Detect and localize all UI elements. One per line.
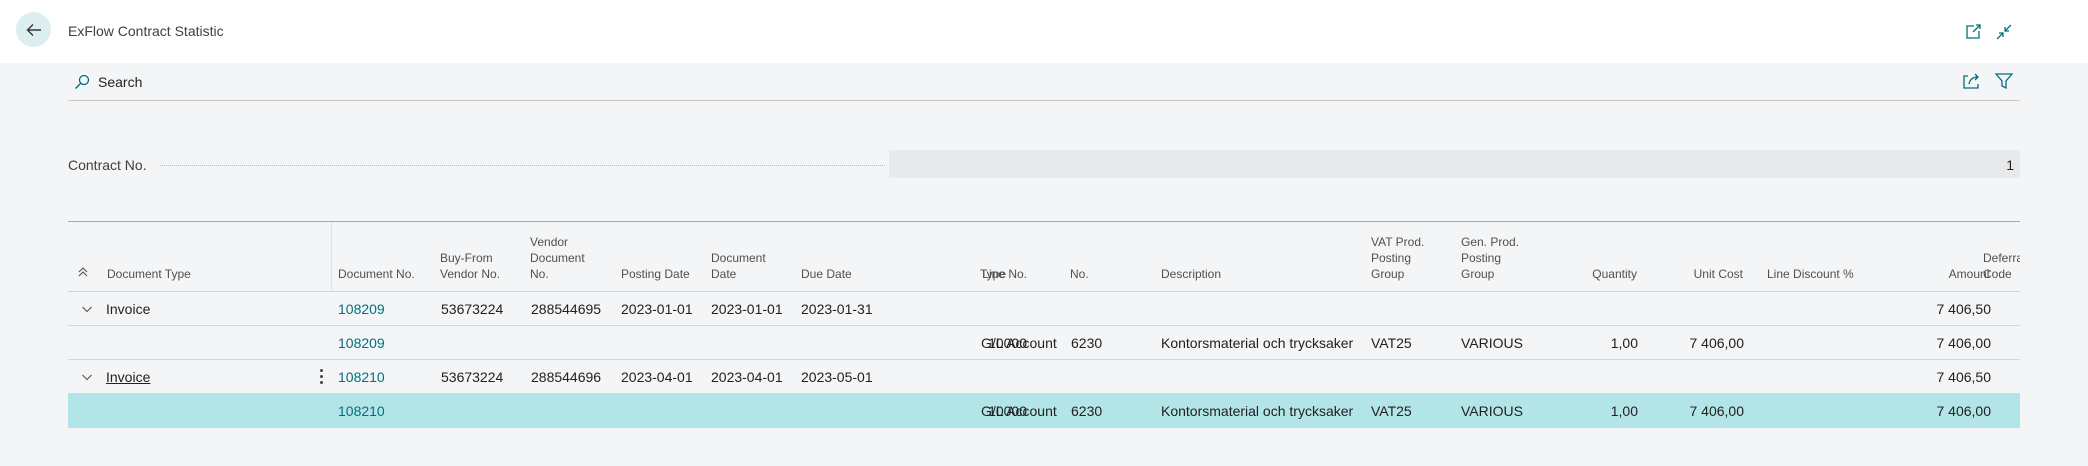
header-buy-from-vendor-no[interactable]: Buy-From Vendor No. — [440, 250, 510, 282]
document-no-link[interactable]: 108210 — [338, 369, 385, 385]
type-cell: G/L Account — [981, 403, 1057, 419]
header-posting-date[interactable]: Posting Date — [621, 266, 690, 282]
header-no[interactable]: No. — [1070, 266, 1089, 282]
chevron-down-icon[interactable] — [80, 370, 94, 384]
quantity-cell: 1,00 — [1610, 403, 1638, 419]
no-cell: 6230 — [1071, 335, 1103, 351]
unit-cost-cell: 7 406,00 — [1689, 335, 1745, 351]
amount-cell: 7 406,50 — [1936, 369, 1992, 385]
document-no-link[interactable]: 108209 — [338, 301, 385, 317]
description-cell: Kontorsmaterial och trycksaker — [1161, 403, 1354, 419]
due-date-cell: 2023-01-31 — [801, 301, 873, 317]
collapse-all-icon[interactable] — [76, 265, 90, 279]
no-cell: 6230 — [1071, 403, 1103, 419]
gen-group-cell: VARIOUS — [1461, 335, 1523, 351]
table-row[interactable]: Invoice 108210 53673224 288544696 2023-0… — [68, 360, 2020, 394]
header-document-type[interactable]: Document Type — [107, 266, 191, 282]
vendor-no-cell: 53673224 — [441, 301, 504, 317]
grid-header-row: Document Type Document No. Buy-From Vend… — [68, 222, 2020, 292]
vendor-document-no-cell: 288544696 — [531, 369, 602, 385]
header-quantity[interactable]: Quantity — [1568, 266, 1637, 282]
contract-no-label: Contract No. — [68, 157, 147, 173]
document-type-cell: Invoice — [106, 301, 151, 317]
header-line-discount[interactable]: Line Discount % — [1767, 266, 1854, 282]
action-bar: Search — [68, 70, 2020, 101]
vat-group-cell: VAT25 — [1371, 335, 1412, 351]
header-deferral-code[interactable]: Deferral Code — [1983, 250, 2020, 282]
header-deferral-code-text: Deferral Code — [1983, 251, 2020, 281]
document-no-link[interactable]: 108210 — [338, 403, 385, 419]
gen-group-cell: VARIOUS — [1461, 403, 1523, 419]
document-date-cell: 2023-04-01 — [711, 369, 783, 385]
search-label: Search — [98, 74, 143, 90]
field-dotted-leader — [160, 165, 885, 166]
filter-icon[interactable] — [1993, 70, 2015, 92]
collapse-icon[interactable] — [1994, 22, 2014, 42]
quantity-cell: 1,00 — [1610, 335, 1638, 351]
page-title: ExFlow Contract Statistic — [68, 23, 224, 39]
due-date-cell: 2023-05-01 — [801, 369, 873, 385]
share-icon[interactable] — [1960, 70, 1982, 92]
contract-no-value: 1 — [889, 150, 2020, 178]
amount-cell: 7 406,50 — [1936, 301, 1992, 317]
header-vat-prod-posting-group[interactable]: VAT Prod. Posting Group — [1371, 234, 1435, 282]
description-cell: Kontorsmaterial och trycksaker — [1161, 335, 1354, 351]
type-cell: G/L Account — [981, 335, 1057, 351]
header-line-no[interactable]: Line No. — [904, 266, 1027, 282]
document-date-cell: 2023-01-01 — [711, 301, 783, 317]
contract-lines-grid: Document Type Document No. Buy-From Vend… — [68, 222, 2020, 428]
table-row-selected[interactable]: 108210 10000 G/L Account 6230 Kontorsmat… — [68, 394, 2020, 428]
header-gen-prod-posting-group[interactable]: Gen. Prod. Posting Group — [1461, 234, 1531, 282]
vat-group-cell: VAT25 — [1371, 403, 1412, 419]
posting-date-cell: 2023-01-01 — [621, 301, 693, 317]
document-type-link[interactable]: Invoice — [106, 369, 150, 385]
more-options-icon[interactable] — [315, 366, 327, 386]
vendor-no-cell: 53673224 — [441, 369, 504, 385]
amount-cell: 7 406,00 — [1936, 335, 1992, 351]
back-arrow-icon — [26, 23, 41, 36]
table-row[interactable]: 108209 10000 G/L Account 6230 Kontorsmat… — [68, 326, 2020, 360]
column-separator — [331, 222, 332, 291]
search-button[interactable]: Search — [74, 74, 142, 90]
document-no-link[interactable]: 108209 — [338, 335, 385, 351]
posting-date-cell: 2023-04-01 — [621, 369, 693, 385]
header-unit-cost[interactable]: Unit Cost — [1668, 266, 1743, 282]
back-button[interactable] — [16, 12, 51, 47]
chevron-down-icon[interactable] — [80, 302, 94, 316]
amount-cell: 7 406,00 — [1936, 403, 1992, 419]
header-document-date[interactable]: Document Date — [711, 250, 781, 282]
page-header: ExFlow Contract Statistic — [0, 0, 2088, 63]
table-row[interactable]: Invoice 108209 53673224 288544695 2023-0… — [68, 292, 2020, 326]
header-description[interactable]: Description — [1161, 266, 1221, 282]
header-document-no[interactable]: Document No. — [338, 266, 415, 282]
header-due-date[interactable]: Due Date — [801, 266, 852, 282]
header-amount[interactable]: Amount — [1898, 266, 1990, 282]
open-in-new-window-icon[interactable] — [1963, 22, 1983, 42]
header-type[interactable]: Type — [980, 266, 1006, 282]
search-icon — [75, 74, 90, 89]
header-vendor-document-no[interactable]: Vendor Document No. — [530, 234, 594, 282]
vendor-document-no-cell: 288544695 — [531, 301, 602, 317]
unit-cost-cell: 7 406,00 — [1689, 403, 1745, 419]
